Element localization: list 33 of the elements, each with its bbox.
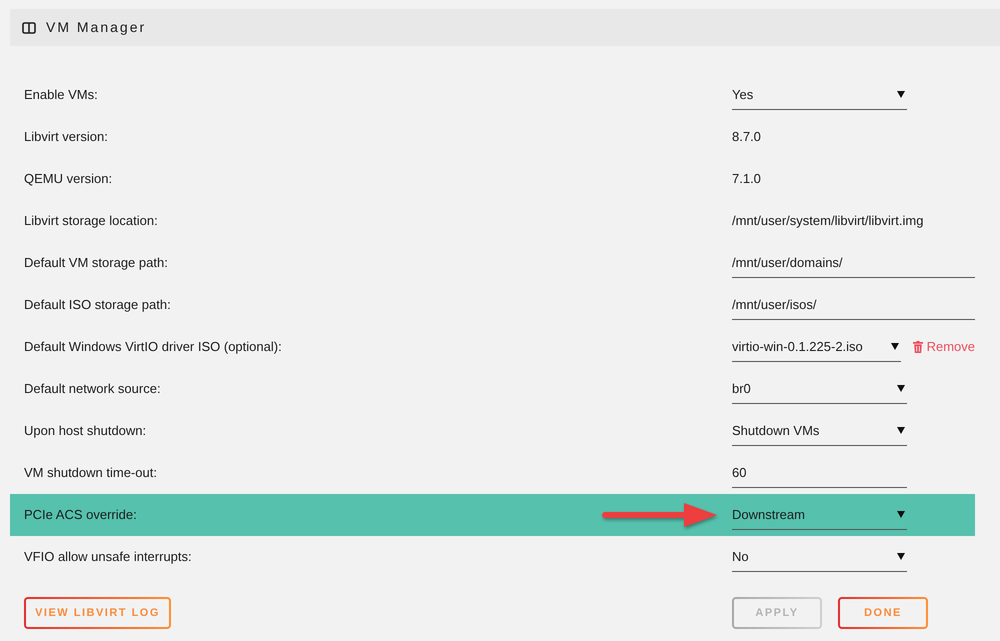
setting-label: Enable VMs: [24, 87, 98, 102]
dropdown[interactable]: Yes [732, 80, 907, 110]
setting-label: Default VM storage path: [24, 255, 168, 270]
dropdown[interactable]: br0 [732, 374, 907, 404]
dropdown[interactable]: Shutdown VMs [732, 416, 907, 446]
setting-label: Default Windows VirtIO driver ISO (optional): [24, 339, 282, 354]
caret-icon [897, 427, 905, 434]
setting-label: QEMU version: [24, 171, 112, 186]
setting-label: VFIO allow unsafe interrupts: [24, 549, 192, 564]
caret-icon [897, 91, 905, 98]
dropdown[interactable]: No [732, 542, 907, 572]
setting-value: 8.7.0 [732, 128, 761, 146]
dropdown[interactable]: Downstream [732, 500, 907, 530]
setting-value: /mnt/user/system/libvirt/libvirt.img [732, 212, 924, 230]
caret-icon [897, 553, 905, 560]
input-field[interactable]: 60 [732, 458, 907, 488]
input-field[interactable]: /mnt/user/domains/ [732, 248, 975, 278]
setting-value: 7.1.0 [732, 170, 761, 188]
dropdown[interactable]: virtio-win-0.1.225-2.iso [732, 332, 901, 362]
panel-title: VM Manager [46, 18, 146, 37]
caret-icon [897, 385, 905, 392]
setting-label: Upon host shutdown: [24, 423, 146, 438]
setting-label: PCIe ACS override: [24, 507, 137, 522]
caret-icon [897, 511, 905, 518]
input-field[interactable]: /mnt/user/isos/ [732, 290, 975, 320]
setting-label: Default ISO storage path: [24, 297, 171, 312]
setting-label: Libvirt storage location: [24, 213, 158, 228]
setting-label: Default network source: [24, 381, 161, 396]
caret-icon [890, 343, 899, 350]
setting-label: VM shutdown time-out: [24, 465, 157, 480]
trash-icon [912, 341, 923, 353]
setting-label: Libvirt version: [24, 129, 108, 144]
columns-icon [22, 22, 36, 34]
